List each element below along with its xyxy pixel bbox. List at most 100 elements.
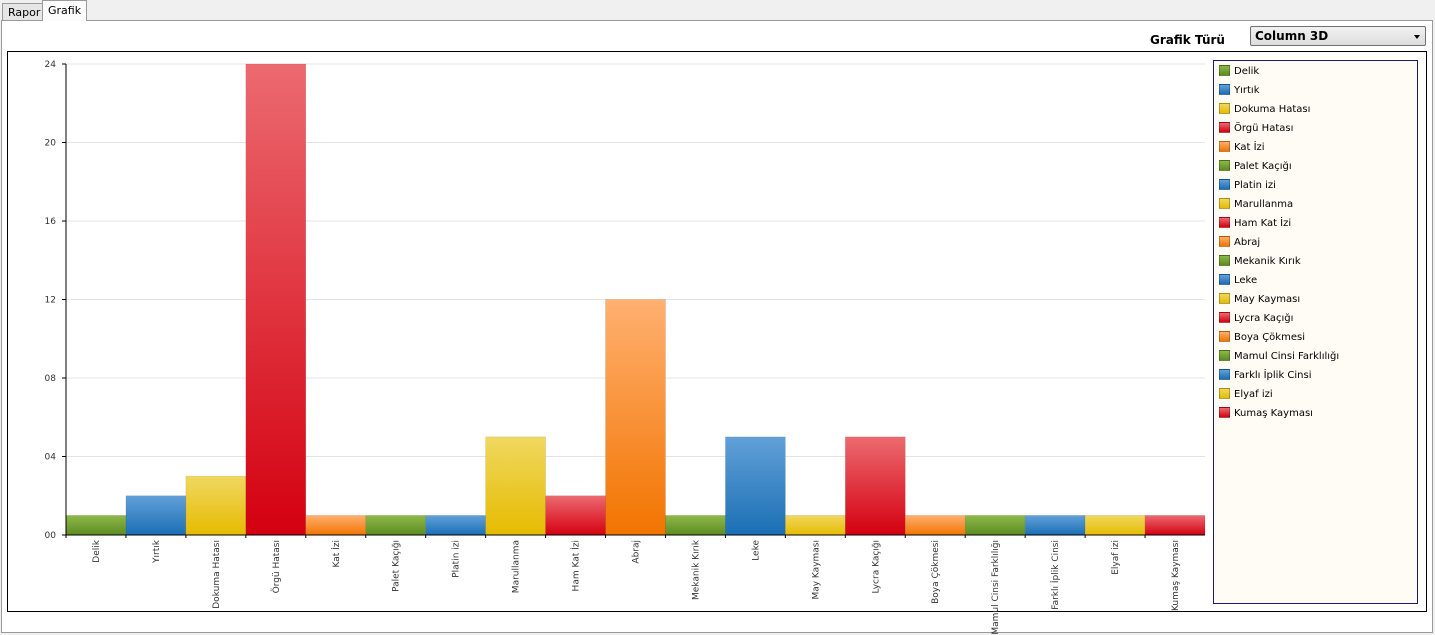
legend-item: May Kayması [1219, 293, 1300, 307]
x-tick-label: Delik [92, 539, 102, 562]
legend-item: Abraj [1219, 236, 1260, 250]
legend-label: Platin izi [1234, 180, 1276, 191]
bar-16 [964, 515, 1026, 536]
y-tick-label: 08 [45, 374, 57, 384]
x-tick-label: Abraj [632, 540, 642, 564]
bar-14 [845, 436, 906, 536]
legend-item: Palet Kaçığı [1219, 160, 1292, 174]
x-tick-label: Kumaş Kayması [1171, 540, 1181, 611]
legend-item: Mekanik Kırık [1219, 255, 1301, 269]
x-tick-label: Örgü Hatası [271, 540, 282, 593]
x-tick-label: Ham Kat İzi [571, 540, 582, 591]
legend-item: Platin izi [1219, 179, 1276, 193]
bar-3 [185, 475, 247, 536]
legend-swatch [1219, 255, 1230, 266]
y-tick-label: 12 [45, 296, 56, 306]
legend-swatch [1219, 103, 1230, 114]
legend-label: Dokuma Hatası [1234, 104, 1311, 115]
legend-label: Farklı İplik Cinsi [1234, 370, 1312, 381]
x-tick-label: May Kayması [811, 540, 821, 600]
x-tick-label: Kat İzi [331, 540, 342, 568]
x-tick-label: Leke [751, 540, 761, 561]
legend-swatch [1219, 274, 1230, 285]
legend-swatch [1219, 65, 1230, 76]
legend-item: Örgü Hatası [1219, 122, 1293, 136]
bar-15 [905, 515, 966, 536]
legend-label: Mamul Cinsi Farklılığı [1234, 351, 1340, 362]
legend-item: Marullanma [1219, 198, 1293, 212]
bar-19 [1144, 515, 1206, 536]
bar-12 [725, 436, 786, 536]
legend-label: Kat İzi [1234, 142, 1265, 153]
legend-item: Yırtık [1219, 84, 1260, 98]
legend-swatch [1219, 160, 1230, 171]
bar-18 [1084, 515, 1146, 536]
bar-2 [125, 495, 187, 536]
legend-swatch [1219, 369, 1230, 380]
legend-label: Örgü Hatası [1234, 123, 1294, 134]
x-tick-label: Lycra Kaçığı [871, 540, 881, 593]
legend-swatch [1219, 331, 1230, 342]
legend-swatch [1219, 407, 1230, 418]
legend-label: Yırtık [1234, 85, 1260, 96]
legend-label: Elyaf izi [1234, 389, 1273, 400]
tab-grafik[interactable]: Grafik [42, 0, 87, 21]
x-tick-label: Elyaf izi [1111, 540, 1121, 575]
x-tick-label: Mekanik Kırık [691, 539, 701, 600]
legend-swatch [1219, 217, 1230, 228]
legend-swatch [1219, 198, 1230, 209]
bar-13 [785, 515, 846, 536]
legend-swatch [1219, 293, 1230, 304]
legend-swatch [1219, 84, 1230, 95]
bar-7 [425, 515, 486, 536]
bar-11 [665, 515, 726, 536]
legend-label: May Kayması [1234, 294, 1301, 305]
legend-swatch [1219, 388, 1230, 399]
chart-legend: Delik Yırtık Dokuma Hatası Örgü Hatası Kat İ… [1213, 60, 1418, 604]
x-tick-label: Dokuma Hatası [212, 540, 222, 609]
legend-label: Lycra Kaçığı [1234, 313, 1294, 324]
bar-8 [485, 436, 546, 536]
legend-label: Mekanik Kırık [1234, 256, 1301, 267]
legend-swatch [1219, 236, 1230, 247]
legend-item: Dokuma Hatası [1219, 103, 1310, 117]
x-tick-label: Mamul Cinsi Farklılığı [991, 540, 1001, 635]
legend-item: Kumaş Kayması [1219, 407, 1313, 421]
legend-swatch [1219, 179, 1230, 190]
legend-swatch [1219, 350, 1230, 361]
legend-item: Elyaf izi [1219, 388, 1273, 402]
y-tick-label: 16 [45, 217, 57, 227]
legend-label: Marullanma [1234, 199, 1294, 210]
bar-10 [605, 299, 666, 536]
legend-item: Leke [1219, 274, 1257, 288]
x-tick-label: Marullanma [512, 540, 522, 593]
x-tick-label: Boya Çökmesi [931, 540, 941, 604]
bar-5 [305, 515, 366, 536]
legend-item: Ham Kat İzi [1219, 217, 1291, 231]
legend-item: Lycra Kaçığı [1219, 312, 1293, 326]
legend-item: Boya Çökmesi [1219, 331, 1305, 345]
legend-item: Delik [1219, 65, 1259, 79]
legend-item: Farklı İplik Cinsi [1219, 369, 1312, 383]
bar-9 [545, 495, 606, 536]
legend-swatch [1219, 122, 1230, 133]
legend-swatch [1219, 141, 1230, 152]
x-tick-label: Platin izi [452, 540, 462, 578]
y-tick-label: 04 [45, 453, 57, 463]
legend-label: Abraj [1234, 237, 1261, 248]
bar-4 [245, 63, 307, 536]
legend-label: Leke [1234, 275, 1258, 286]
x-tick-label: Yırtık [152, 539, 162, 564]
bar-17 [1024, 515, 1086, 536]
legend-label: Kumaş Kayması [1234, 408, 1313, 419]
y-tick-label: 24 [45, 60, 57, 70]
legend-label: Ham Kat İzi [1234, 218, 1292, 229]
legend-label: Boya Çökmesi [1234, 332, 1305, 343]
legend-label: Palet Kaçığı [1234, 161, 1292, 172]
x-tick-label: Farklı İplik Cinsi [1050, 540, 1061, 610]
bar-1 [65, 515, 127, 536]
legend-label: Delik [1234, 66, 1260, 77]
y-tick-label: 00 [45, 531, 57, 541]
legend-item: Mamul Cinsi Farklılığı [1219, 350, 1339, 364]
legend-item: Kat İzi [1219, 141, 1265, 155]
